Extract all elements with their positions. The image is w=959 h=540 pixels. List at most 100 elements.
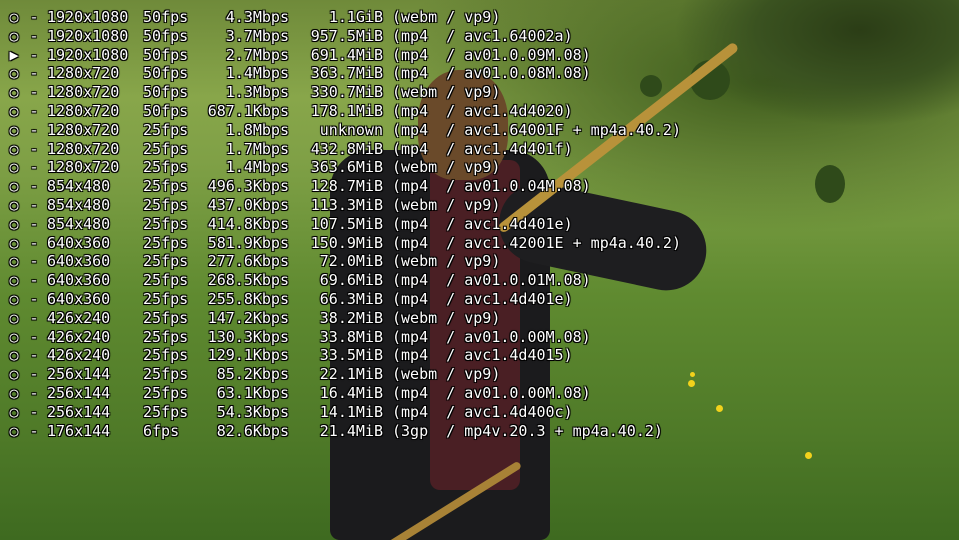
format-option[interactable]: ○ -1280x720 25fps 1.4Mbps 363.6MiB (webm / vp… [7, 158, 681, 177]
format-codec: (mp4 / av01.0.01M.08) [392, 271, 591, 290]
format-option[interactable]: ○ -426x240 25fps 130.3Kbps 33.8MiB (mp4 / av0… [7, 328, 681, 347]
separator-dash: - [29, 346, 39, 365]
format-fps: 25fps [143, 252, 189, 271]
separator-dash: - [29, 64, 39, 83]
radio-marker-icon: ○ [9, 252, 19, 271]
radio-marker-icon: ○ [9, 177, 19, 196]
format-option[interactable]: ○ -1280x720 25fps 1.7Mbps 432.8MiB (mp4 / avc… [7, 140, 681, 159]
format-bitrate: 3.7Mbps [225, 26, 289, 45]
format-bitrate: 496.3Kbps [207, 177, 289, 196]
format-option[interactable]: ○ -640x360 25fps 581.9Kbps 150.9MiB (mp4 / av… [7, 234, 681, 253]
format-resolution: 256x144 [47, 365, 111, 384]
separator-dash: - [29, 158, 39, 177]
format-option[interactable]: ○ -1280x720 50fps 1.4Mbps 363.7MiB (mp4 / av0… [7, 64, 681, 83]
radio-marker-icon: ○ [9, 327, 19, 346]
format-fps: 50fps [143, 45, 189, 64]
format-resolution: 640x360 [47, 233, 111, 252]
format-size: 113.3MiB [310, 195, 383, 214]
play-marker-icon: ▶ [9, 45, 19, 64]
format-codec: (mp4 / avc1.4d4020) [392, 101, 573, 120]
format-codec: (mp4 / av01.0.00M.08) [392, 383, 591, 402]
separator-dash: - [29, 101, 39, 120]
format-resolution: 1920x1080 [47, 26, 129, 45]
format-size: 432.8MiB [310, 139, 383, 158]
separator-dash: - [29, 26, 39, 45]
format-option[interactable]: ○ -256x144 25fps 63.1Kbps 16.4MiB (mp4 / av01… [7, 384, 681, 403]
format-size: 14.1MiB [319, 402, 383, 421]
radio-marker-icon: ○ [9, 83, 19, 102]
radio-marker-icon: ○ [9, 101, 19, 120]
format-size: 957.5MiB [310, 26, 383, 45]
format-codec: (webm / vp9) [392, 8, 501, 26]
format-resolution: 640x360 [47, 289, 111, 308]
format-resolution: 1280x720 [47, 139, 120, 158]
format-option[interactable]: ○ -854x480 25fps 437.0Kbps 113.3MiB (webm / v… [7, 196, 681, 215]
format-option[interactable]: ○ -640x360 25fps 255.8Kbps 66.3MiB (mp4 / avc… [7, 290, 681, 309]
radio-marker-icon: ○ [9, 346, 19, 365]
format-codec: (webm / vp9) [392, 158, 501, 177]
radio-marker-icon: ○ [9, 139, 19, 158]
format-fps: 25fps [143, 271, 189, 290]
format-size: 33.8MiB [319, 327, 383, 346]
format-option[interactable]: ○ -1280x720 25fps 1.8Mbps unknown (mp4 / avc1… [7, 121, 681, 140]
format-codec: (mp4 / avc1.42001E + mp4a.40.2) [392, 233, 681, 252]
format-option[interactable]: ○ -1920x1080 50fps 3.7Mbps 957.5MiB (mp4 / av… [7, 27, 681, 46]
format-option[interactable]: ○ -854x480 25fps 414.8Kbps 107.5MiB (mp4 / av… [7, 215, 681, 234]
format-bitrate: 54.3Kbps [216, 402, 289, 421]
format-fps: 25fps [143, 158, 189, 177]
radio-marker-icon: ○ [9, 402, 19, 421]
separator-dash: - [29, 233, 39, 252]
format-option[interactable]: ○ -176x144 6fps 82.6Kbps 21.4MiB (3gp / mp4v.… [7, 422, 681, 441]
separator-dash: - [29, 214, 39, 233]
format-fps: 25fps [143, 327, 189, 346]
radio-marker-icon: ○ [9, 289, 19, 308]
format-size: 178.1MiB [310, 101, 383, 120]
separator-dash: - [29, 289, 39, 308]
format-codec: (mp4 / avc1.4d401e) [392, 214, 573, 233]
separator-dash: - [29, 271, 39, 290]
format-size: 1.1GiB [328, 8, 383, 26]
radio-marker-icon: ○ [9, 214, 19, 233]
format-option[interactable]: ○ -640x360 25fps 268.5Kbps 69.6MiB (mp4 / av0… [7, 271, 681, 290]
format-resolution: 854x480 [47, 177, 111, 196]
format-size: unknown [319, 120, 383, 139]
format-option[interactable]: ○ -854x480 25fps 496.3Kbps 128.7MiB (mp4 / av… [7, 177, 681, 196]
format-fps: 25fps [143, 214, 189, 233]
format-fps: 50fps [143, 64, 189, 83]
format-size: 22.1MiB [319, 365, 383, 384]
format-bitrate: 687.1Kbps [207, 101, 289, 120]
format-codec: (webm / vp9) [392, 195, 501, 214]
format-option[interactable]: ○ -426x240 25fps 147.2Kbps 38.2MiB (webm / vp… [7, 309, 681, 328]
format-codec: (mp4 / av01.0.00M.08) [392, 327, 591, 346]
format-codec: (mp4 / avc1.4d401e) [392, 289, 573, 308]
format-option[interactable]: ○ -256x144 25fps 54.3Kbps 14.1MiB (mp4 / avc1… [7, 403, 681, 422]
separator-dash: - [29, 120, 39, 139]
format-resolution: 1920x1080 [47, 8, 129, 26]
format-bitrate: 255.8Kbps [207, 289, 289, 308]
radio-marker-icon: ○ [9, 64, 19, 83]
format-fps: 25fps [143, 120, 189, 139]
format-option-selected[interactable]: ▶ -1920x1080 50fps 2.7Mbps 691.4MiB (mp4 / av… [7, 46, 681, 65]
radio-marker-icon: ○ [9, 271, 19, 290]
format-bitrate: 63.1Kbps [216, 383, 289, 402]
separator-dash: - [29, 252, 39, 271]
format-resolution: 1280x720 [47, 120, 120, 139]
format-fps: 6fps [143, 421, 180, 440]
format-option[interactable]: ○ -426x240 25fps 129.1Kbps 33.5MiB (mp4 / avc… [7, 346, 681, 365]
separator-dash: - [29, 8, 39, 26]
format-fps: 50fps [143, 26, 189, 45]
format-option[interactable]: ○ -1280x720 50fps 1.3Mbps 330.7MiB (webm / vp… [7, 83, 681, 102]
format-option[interactable]: ○ -1280x720 50fps 687.1Kbps 178.1MiB (mp4 / a… [7, 102, 681, 121]
format-bitrate: 414.8Kbps [207, 214, 289, 233]
format-fps: 25fps [143, 308, 189, 327]
format-bitrate: 147.2Kbps [207, 308, 289, 327]
format-bitrate: 85.2Kbps [216, 365, 289, 384]
format-option[interactable]: ○ -256x144 25fps 85.2Kbps 22.1MiB (webm / vp9… [7, 365, 681, 384]
format-size: 363.6MiB [310, 158, 383, 177]
format-option[interactable]: ○ -1920x1080 50fps 4.3Mbps 1.1GiB (webm / vp9… [7, 8, 681, 27]
format-option[interactable]: ○ -640x360 25fps 277.6Kbps 72.0MiB (webm / vp… [7, 252, 681, 271]
format-fps: 50fps [143, 101, 189, 120]
format-resolution: 640x360 [47, 271, 111, 290]
format-bitrate: 82.6Kbps [216, 421, 289, 440]
format-fps: 25fps [143, 289, 189, 308]
